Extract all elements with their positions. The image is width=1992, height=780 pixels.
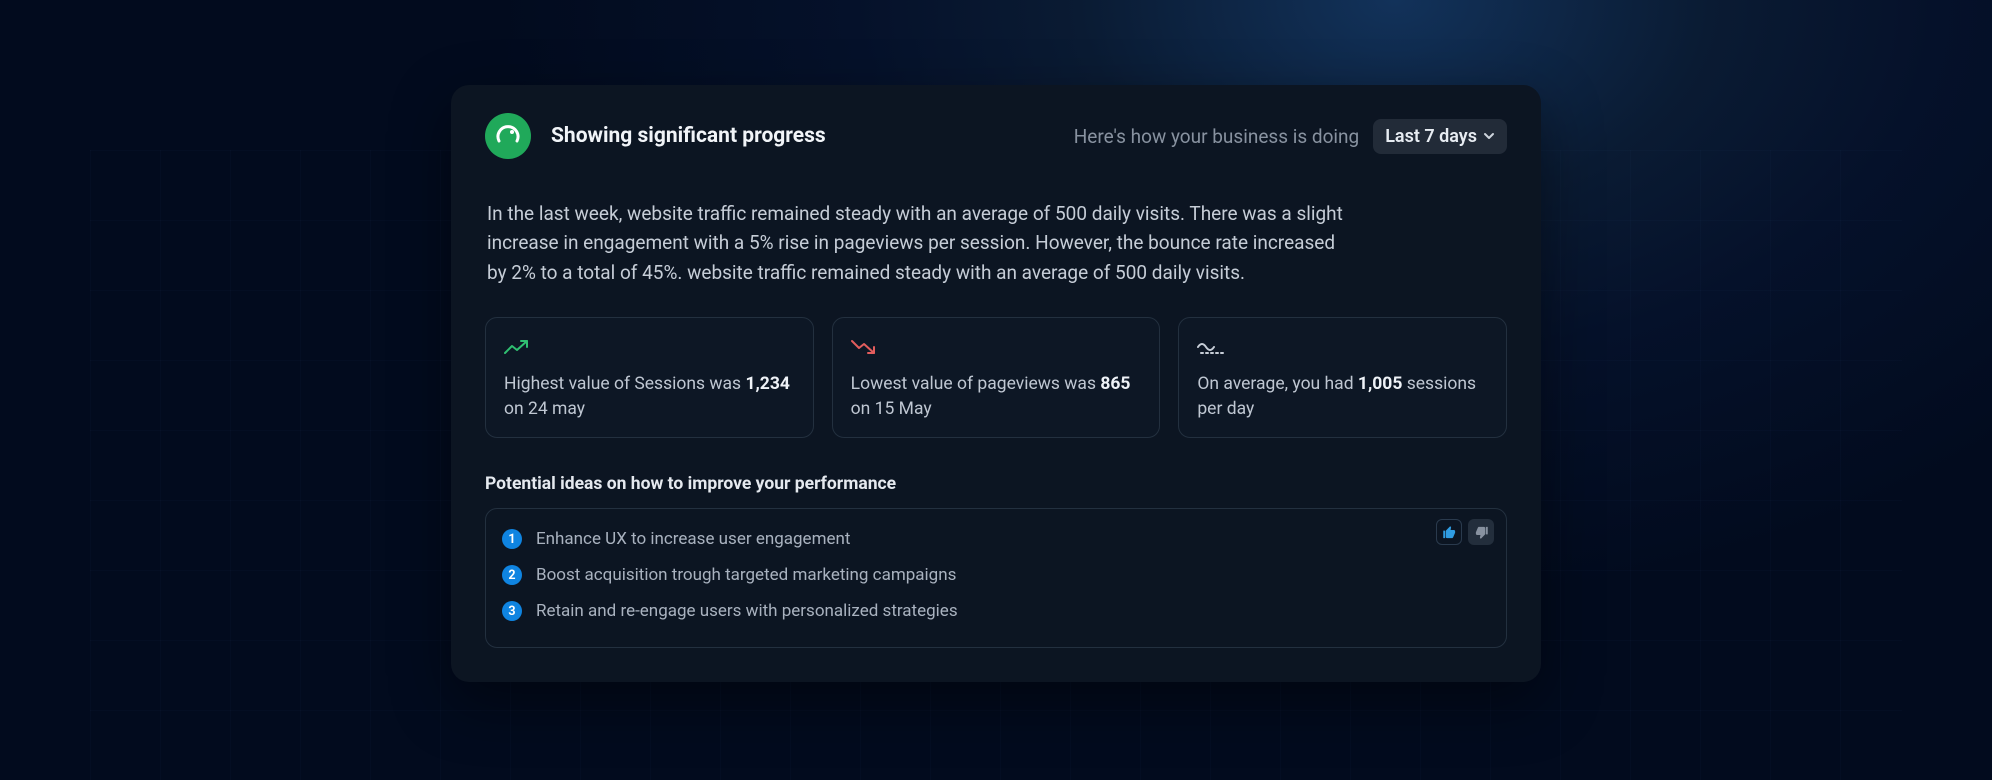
idea-number-badge: 1	[502, 529, 522, 549]
idea-number-badge: 2	[502, 565, 522, 585]
idea-item: 2 Boost acquisition trough targeted mark…	[502, 559, 1490, 595]
date-range-label: Last 7 days	[1385, 126, 1477, 147]
trend-down-icon	[851, 336, 1142, 358]
date-range-select[interactable]: Last 7 days	[1373, 119, 1507, 154]
stat-suffix: on 15 May	[851, 399, 932, 419]
thumbs-up-button[interactable]	[1436, 519, 1462, 545]
stat-text: Lowest value of pageviews was 865 on 15 …	[851, 372, 1142, 421]
summary-paragraph: In the last week, website traffic remain…	[487, 199, 1347, 287]
card-subtitle: Here's how your business is doing	[1074, 125, 1359, 148]
card-header: Showing significant progress Here's how …	[485, 113, 1507, 159]
idea-text: Retain and re-engage users with personal…	[536, 601, 958, 621]
idea-item: 3 Retain and re-engage users with person…	[502, 595, 1490, 631]
stat-cards-row: Highest value of Sessions was 1,234 on 2…	[485, 317, 1507, 438]
stat-text: On average, you had 1,005 sessions per d…	[1197, 372, 1488, 421]
stat-card-lowest: Lowest value of pageviews was 865 on 15 …	[832, 317, 1161, 438]
chevron-down-icon	[1483, 126, 1495, 147]
idea-item: 1 Enhance UX to increase user engagement	[502, 523, 1490, 559]
stat-value: 865	[1100, 374, 1130, 394]
stat-prefix: Highest value of Sessions was	[504, 374, 745, 394]
idea-number-badge: 3	[502, 601, 522, 621]
stat-text: Highest value of Sessions was 1,234 on 2…	[504, 372, 795, 421]
wave-icon	[1197, 336, 1488, 358]
ideas-heading: Potential ideas on how to improve your p…	[485, 474, 1507, 494]
gauge-icon	[485, 113, 531, 159]
ideas-box: 1 Enhance UX to increase user engagement…	[485, 508, 1507, 648]
trend-up-icon	[504, 336, 795, 358]
feedback-buttons	[1436, 519, 1494, 545]
thumbs-up-icon	[1442, 525, 1457, 540]
idea-text: Boost acquisition trough targeted market…	[536, 565, 956, 585]
card-title: Showing significant progress	[551, 124, 826, 148]
thumbs-down-button[interactable]	[1468, 519, 1494, 545]
stat-prefix: Lowest value of pageviews was	[851, 374, 1101, 394]
thumbs-down-icon	[1474, 525, 1489, 540]
insights-card: Showing significant progress Here's how …	[451, 85, 1541, 682]
idea-text: Enhance UX to increase user engagement	[536, 529, 850, 549]
stat-suffix: on 24 may	[504, 399, 585, 419]
stat-card-average: On average, you had 1,005 sessions per d…	[1178, 317, 1507, 438]
stat-card-highest: Highest value of Sessions was 1,234 on 2…	[485, 317, 814, 438]
stat-value: 1,005	[1358, 374, 1402, 394]
stat-prefix: On average, you had	[1197, 374, 1358, 394]
stat-value: 1,234	[745, 374, 789, 394]
